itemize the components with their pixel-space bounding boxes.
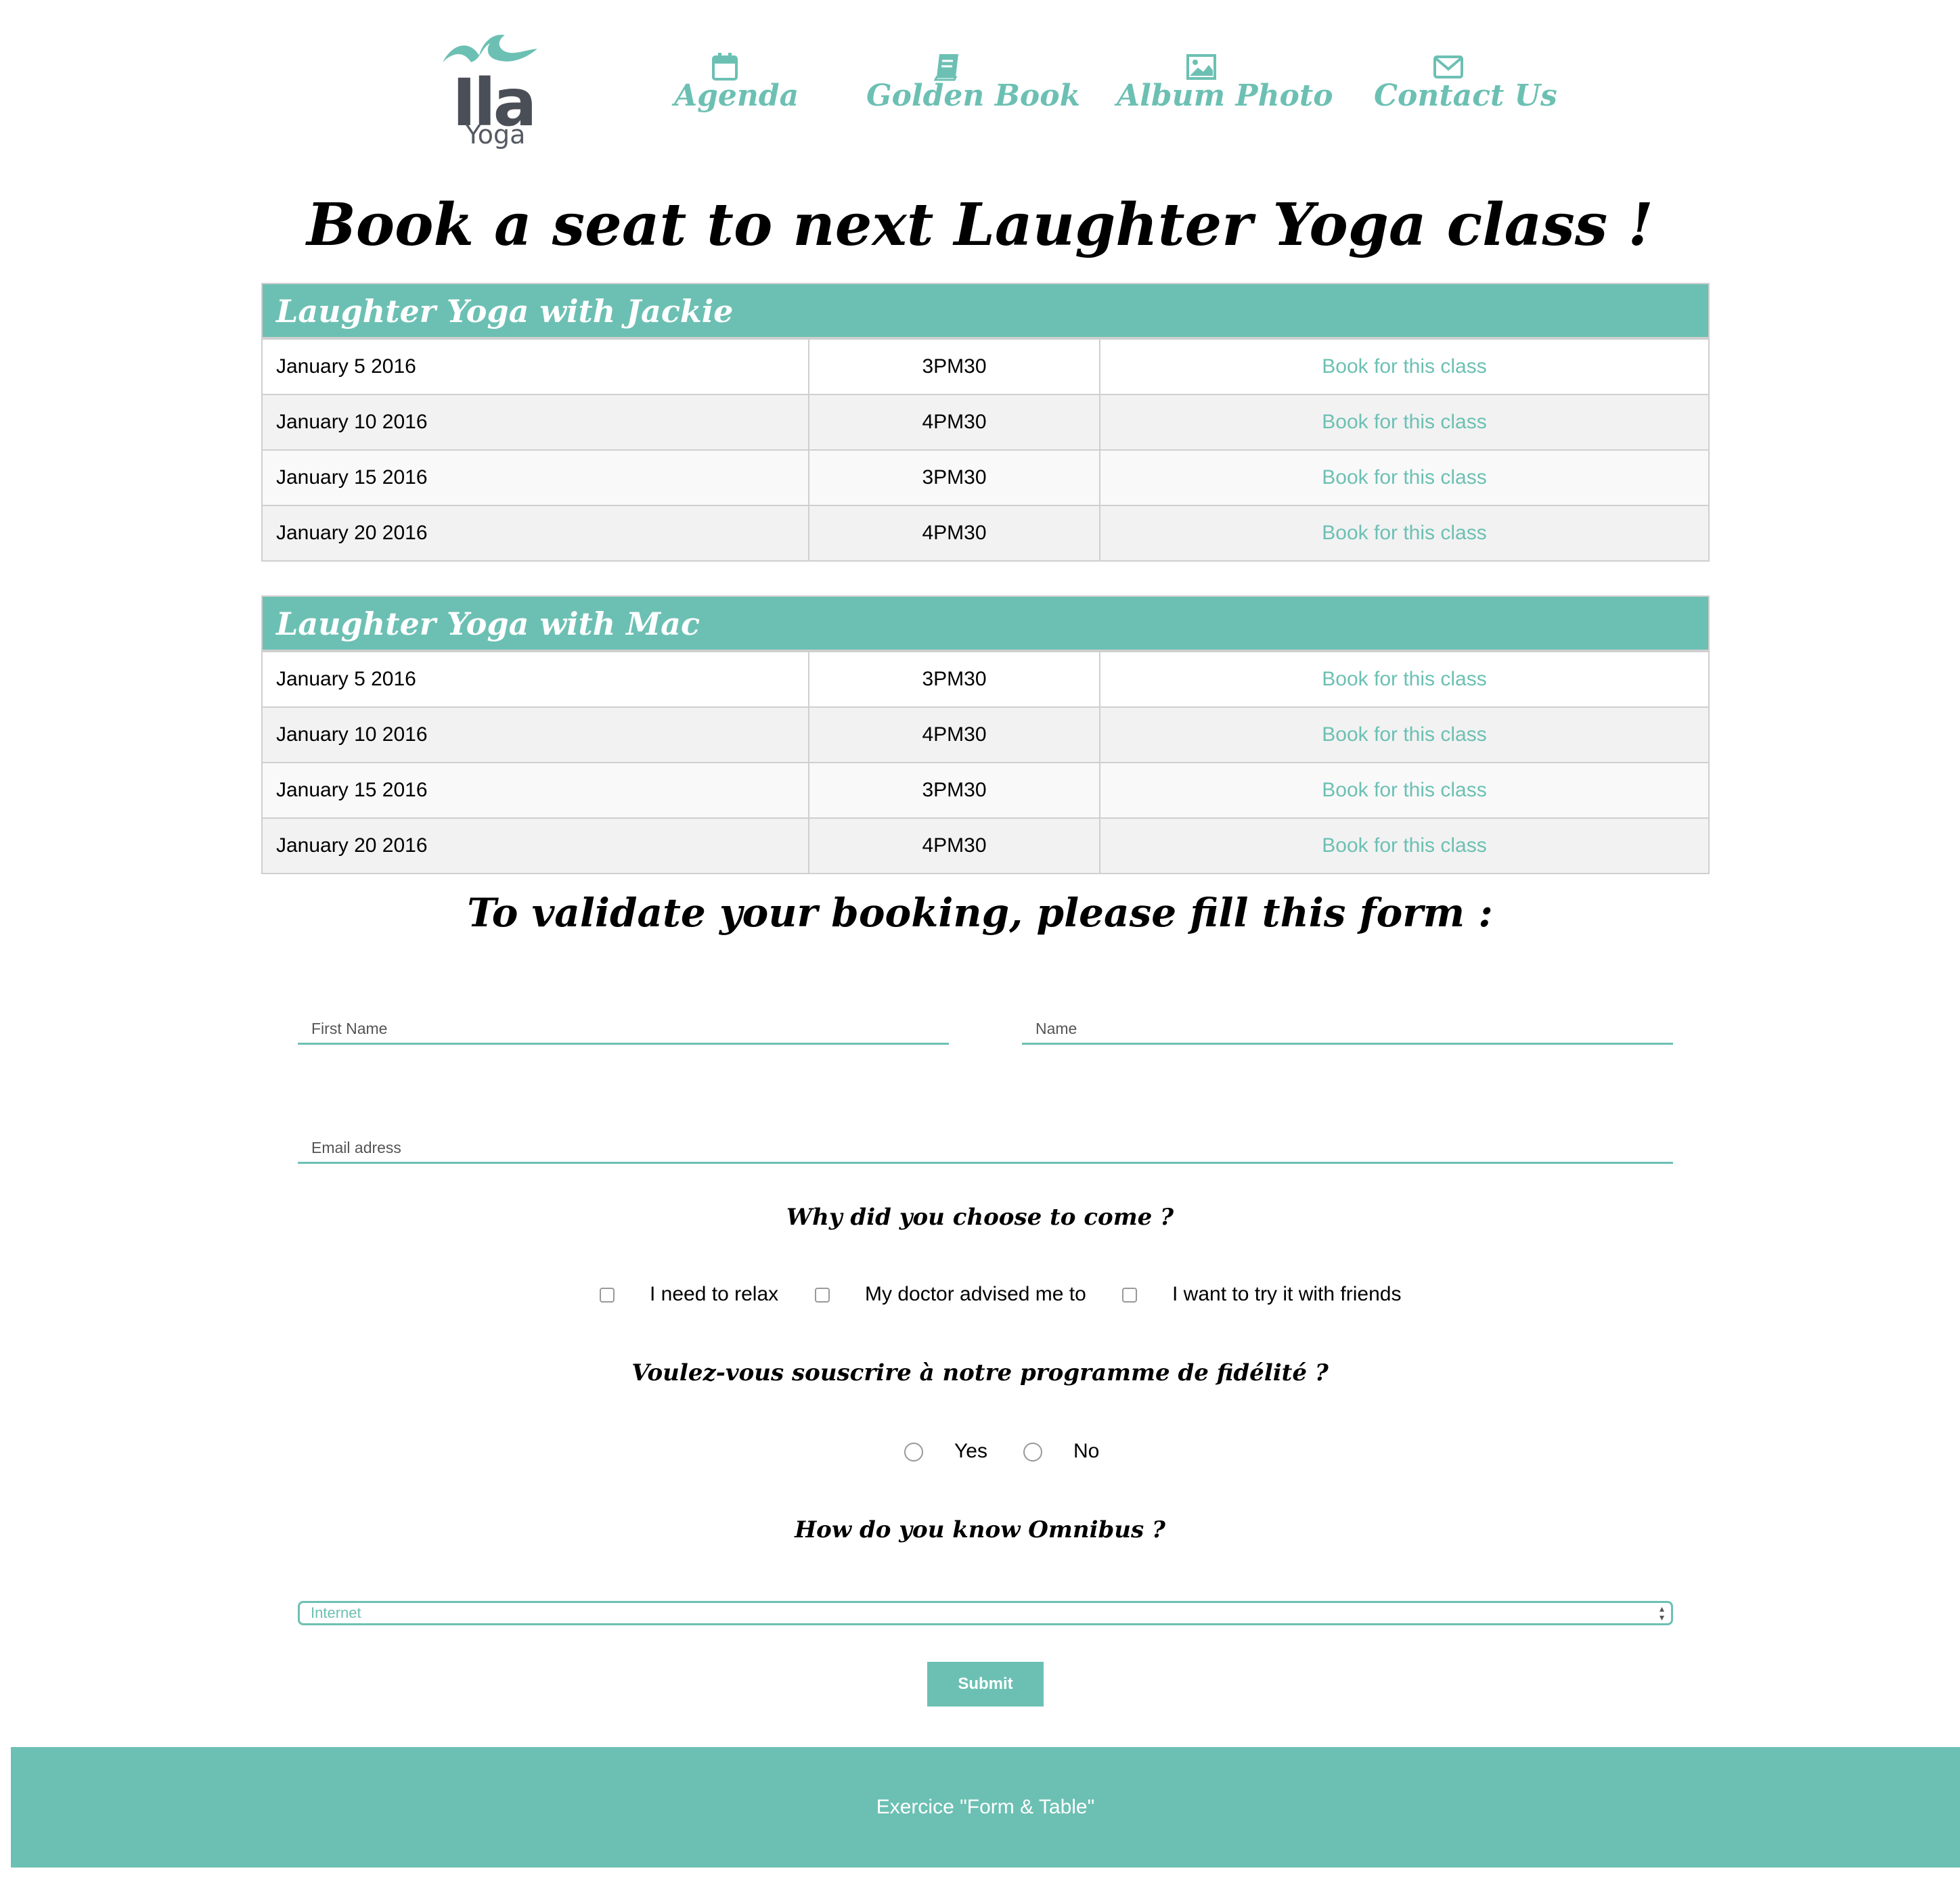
class-time: 3PM30: [809, 340, 1100, 394]
loyalty-no-label: No: [1073, 1440, 1100, 1462]
table-row: January 10 2016 4PM30 Book for this clas…: [263, 706, 1708, 762]
table-row: January 15 2016 3PM30 Book for this clas…: [263, 762, 1708, 817]
nav-contact-us[interactable]: Contact Us: [1374, 51, 1557, 113]
reason-friends-checkbox[interactable]: [1122, 1288, 1137, 1303]
name-field: [1022, 1008, 1673, 1045]
class-date: January 10 2016: [263, 395, 809, 449]
nav-contact-us-label: Contact Us: [1374, 78, 1557, 113]
nav-agenda-label: Agenda: [674, 78, 799, 113]
table-row: January 5 2016 3PM30 Book for this class: [263, 651, 1708, 706]
first-name-field: [298, 1008, 949, 1045]
reason-doctor-checkbox[interactable]: [815, 1288, 830, 1303]
page-title: Book a seat to next Laughter Yoga class …: [307, 191, 1653, 259]
nav-agenda[interactable]: Agenda: [674, 51, 799, 113]
reason-relax-label: I need to relax: [650, 1283, 779, 1305]
class-table-title: Laughter Yoga with Jackie: [263, 284, 1708, 338]
source-select-value: Internet: [311, 1604, 361, 1621]
reason-question: Why did you choose to come ?: [786, 1204, 1174, 1231]
book-class-link[interactable]: Book for this class: [1100, 395, 1708, 449]
class-date: January 20 2016: [263, 819, 809, 873]
calendar-icon: [712, 53, 738, 81]
class-date: January 15 2016: [263, 763, 809, 817]
nav-golden-book[interactable]: Golden Book: [866, 51, 1081, 113]
book-class-link[interactable]: Book for this class: [1100, 763, 1708, 817]
table-row: January 5 2016 3PM30 Book for this class: [263, 338, 1708, 394]
email-input[interactable]: [298, 1127, 1673, 1161]
class-table-mac: Laughter Yoga with Mac January 5 2016 3P…: [261, 595, 1710, 874]
book-class-link[interactable]: Book for this class: [1100, 819, 1708, 873]
class-date: January 20 2016: [263, 506, 809, 560]
first-name-input[interactable]: [298, 1008, 949, 1042]
footer: Exercice "Form & Table": [11, 1747, 1960, 1868]
submit-button[interactable]: Submit: [927, 1662, 1044, 1706]
class-time: 4PM30: [809, 395, 1100, 449]
nav-golden-book-label: Golden Book: [866, 78, 1081, 113]
footer-text: Exercice "Form & Table": [876, 1796, 1095, 1818]
email-field: [298, 1127, 1673, 1164]
source-question: How do you know Omnibus ?: [795, 1516, 1165, 1543]
reason-friends-label: I want to try it with friends: [1172, 1283, 1402, 1305]
class-table-jackie: Laughter Yoga with Jackie January 5 2016…: [261, 283, 1710, 562]
reason-doctor-label: My doctor advised me to: [865, 1283, 1086, 1305]
class-table-title: Laughter Yoga with Mac: [263, 597, 1708, 651]
source-select[interactable]: Internet ▴ ▾: [298, 1601, 1673, 1625]
loyalty-yes-radio[interactable]: [904, 1443, 923, 1462]
table-row: January 20 2016 4PM30 Book for this clas…: [263, 505, 1708, 560]
book-class-link[interactable]: Book for this class: [1100, 652, 1708, 706]
book-class-link[interactable]: Book for this class: [1100, 708, 1708, 762]
book-class-link[interactable]: Book for this class: [1100, 340, 1708, 394]
image-icon: [1186, 54, 1216, 80]
class-date: January 5 2016: [263, 340, 809, 394]
loyalty-yes-label: Yes: [954, 1440, 987, 1462]
class-time: 4PM30: [809, 819, 1100, 873]
site-header: Ila Yoga Agenda Golden Book Album Photo: [0, 0, 1960, 162]
class-time: 3PM30: [809, 763, 1100, 817]
logo[interactable]: Ila Yoga: [440, 28, 541, 157]
logo-tagline: Yoga: [465, 120, 526, 150]
table-row: January 10 2016 4PM30 Book for this clas…: [263, 394, 1708, 449]
class-time: 3PM30: [809, 652, 1100, 706]
table-row: January 20 2016 4PM30 Book for this clas…: [263, 817, 1708, 873]
class-time: 3PM30: [809, 451, 1100, 505]
reason-relax-checkbox[interactable]: [600, 1288, 615, 1303]
class-date: January 10 2016: [263, 708, 809, 762]
class-time: 4PM30: [809, 708, 1100, 762]
nav-album-photo-label: Album Photo: [1117, 78, 1333, 113]
table-row: January 15 2016 3PM30 Book for this clas…: [263, 449, 1708, 505]
envelope-icon: [1433, 55, 1463, 78]
loyalty-question: Voulez-vous souscrire à notre programme …: [631, 1359, 1329, 1386]
book-class-link[interactable]: Book for this class: [1100, 506, 1708, 560]
nav-album-photo[interactable]: Album Photo: [1117, 51, 1333, 113]
select-arrows-icon: ▴ ▾: [1659, 1603, 1664, 1623]
class-time: 4PM30: [809, 506, 1100, 560]
name-input[interactable]: [1022, 1008, 1673, 1042]
book-icon: [934, 54, 958, 81]
class-date: January 15 2016: [263, 451, 809, 505]
loyalty-no-radio[interactable]: [1023, 1443, 1042, 1462]
form-title: To validate your booking, please fill th…: [467, 890, 1493, 936]
class-date: January 5 2016: [263, 652, 809, 706]
book-class-link[interactable]: Book for this class: [1100, 451, 1708, 505]
